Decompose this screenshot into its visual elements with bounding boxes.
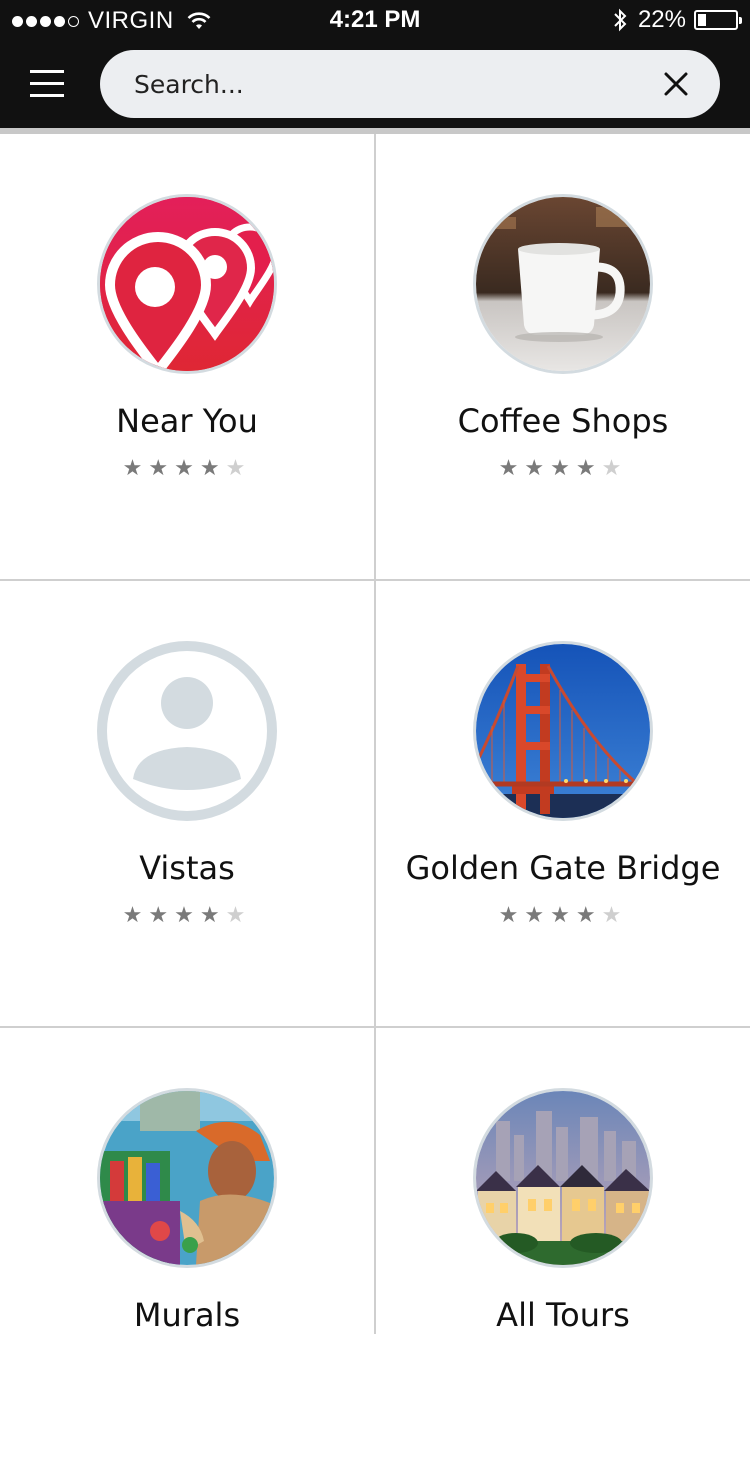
rating-stars: ★★★★★ [376,903,750,928]
star-filled-icon: ★ [550,903,576,928]
map-pin-icon [97,194,277,374]
battery-fill [698,14,706,26]
star-filled-icon: ★ [524,456,551,481]
card-golden-gate-bridge[interactable]: Golden Gate Bridge ★★★★★ [376,581,750,1026]
star-filled-icon: ★ [174,456,200,481]
close-icon[interactable] [662,70,690,98]
menu-button[interactable] [24,64,72,104]
card-near-you[interactable]: Near You ★★★★★ [0,134,374,579]
hamburger-line [30,82,64,85]
card-title: Murals [133,1296,241,1334]
coffee-cup-image [473,194,653,374]
battery-nub [739,17,742,24]
hamburger-line [30,94,64,97]
star-filled-icon: ★ [575,456,602,481]
star-filled-icon: ★ [199,456,226,481]
bluetooth-icon [614,8,627,32]
star-filled-icon: ★ [148,456,175,481]
star-filled-icon: ★ [122,903,149,928]
painted-ladies-image [473,1088,653,1268]
star-filled-icon: ★ [550,456,576,481]
star-empty-icon: ★ [225,903,252,928]
status-bar: VIRGIN 4:21 PM 22% [0,0,750,40]
card-all-tours[interactable]: All Tours [376,1028,750,1473]
card-title: Golden Gate Bridge [405,849,721,887]
nav-bar [0,40,750,128]
user-placeholder-icon [97,641,277,821]
star-empty-icon: ★ [601,456,628,481]
rating-stars: ★★★★★ [0,456,374,481]
battery-percent: 22% [637,6,686,33]
star-empty-icon: ★ [225,456,252,481]
category-grid: Near You ★★★★★ Coffee Shops ★★★★★ Vistas… [0,134,750,1334]
star-filled-icon: ★ [575,903,602,928]
status-right: 22% [612,6,742,34]
star-empty-icon: ★ [601,903,628,928]
card-murals[interactable]: Murals [0,1028,374,1473]
card-title: Near You [116,402,258,440]
battery-icon [694,10,742,30]
mural-image [97,1088,277,1268]
star-filled-icon: ★ [498,903,525,928]
bridge-image [473,641,653,821]
star-filled-icon: ★ [148,903,175,928]
rating-stars: ★★★★★ [376,456,750,481]
star-filled-icon: ★ [199,903,226,928]
star-filled-icon: ★ [498,456,525,481]
card-title: All Tours [496,1296,630,1334]
card-title: Coffee Shops [457,402,669,440]
search-input[interactable] [134,50,634,118]
card-title: Vistas [139,849,235,887]
star-filled-icon: ★ [174,903,200,928]
search-bar [100,50,720,118]
star-filled-icon: ★ [122,456,149,481]
card-vistas[interactable]: Vistas ★★★★★ [0,581,374,1026]
rating-stars: ★★★★★ [0,903,374,928]
star-filled-icon: ★ [524,903,551,928]
card-coffee-shops[interactable]: Coffee Shops ★★★★★ [376,134,750,579]
hamburger-line [30,70,64,73]
